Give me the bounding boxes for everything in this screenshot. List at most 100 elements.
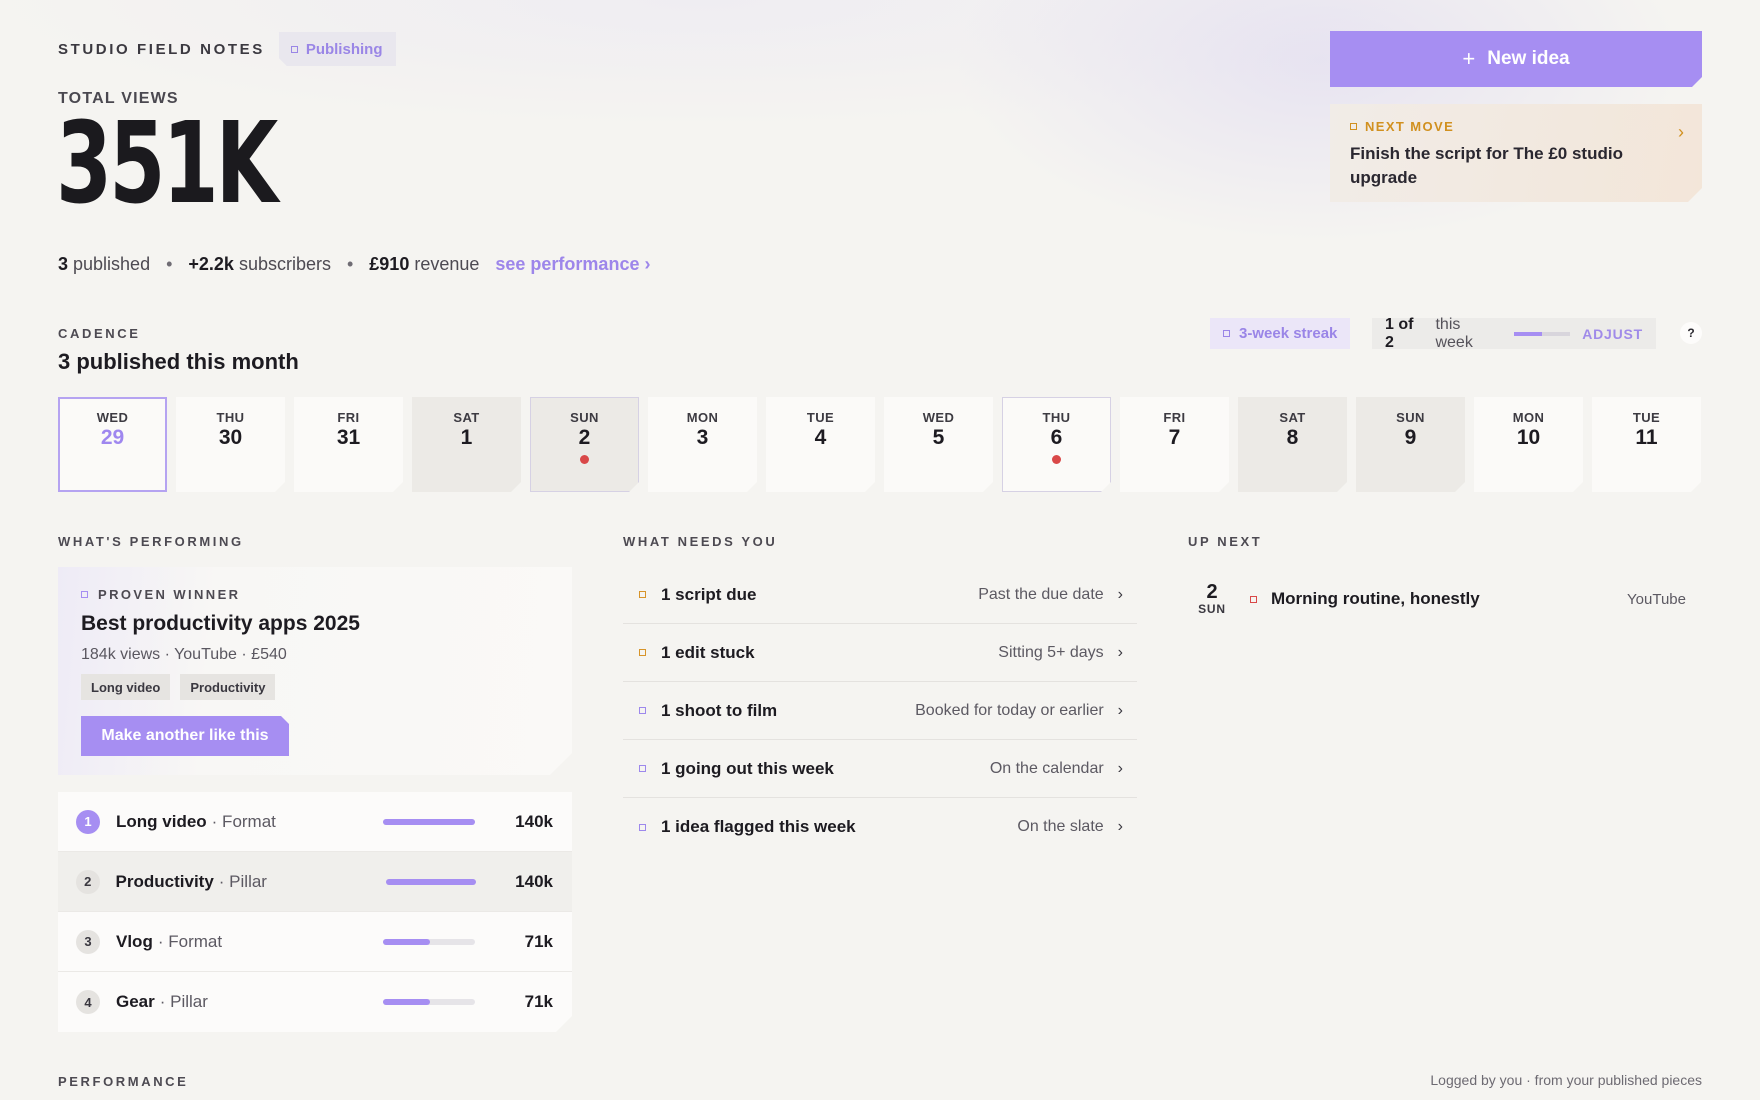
needs-hint: Booked for today or earlier [915, 701, 1104, 719]
rank-badge: 2 [76, 869, 100, 894]
calendar-day[interactable]: FRI 7 [1120, 397, 1229, 492]
rank-value: 140k [515, 811, 553, 831]
ranking-row[interactable]: 2 Productivity · Pillar 140k [58, 852, 572, 912]
calendar-day[interactable]: SUN 9 [1356, 397, 1465, 492]
needs-row[interactable]: 1 idea flagged this week On the slate › [623, 798, 1137, 856]
needs-row[interactable]: 1 script due Past the due date › [623, 566, 1137, 624]
day-name: SUN [570, 410, 599, 425]
published-dot-icon [1052, 455, 1061, 464]
calendar-day[interactable]: MON 3 [648, 397, 757, 492]
rank-badge: 3 [76, 929, 100, 954]
streak-label: 3-week streak [1239, 325, 1338, 342]
needs-row[interactable]: 1 going out this week On the calendar › [623, 740, 1137, 798]
calendar-day[interactable]: SAT 8 [1238, 397, 1347, 492]
rank-value: 71k [524, 931, 553, 951]
needs-label: 1 going out this week [661, 758, 834, 778]
separator: • [346, 254, 354, 274]
winner-meta: 184k views · YouTube · £540 [81, 646, 287, 663]
status-badge[interactable]: Publishing [279, 32, 397, 66]
day-name: FRI [1163, 410, 1186, 425]
subscribers-count: +2.2k [188, 254, 234, 274]
next-move-eyebrow-label: NEXT MOVE [1365, 119, 1455, 134]
day-name: MON [686, 410, 719, 425]
day-number: 2 [578, 426, 591, 449]
upnext-item[interactable]: 2 SUN Morning routine, honestly YouTube [1188, 577, 1702, 621]
calendar-day[interactable]: SAT 1 [412, 397, 521, 492]
revenue-value: £910 [369, 254, 410, 274]
separator: • [166, 254, 173, 274]
ranking-row[interactable]: 4 Gear · Pillar 71k [58, 972, 572, 1032]
chevron-right-icon: › [1678, 122, 1684, 142]
next-move-text: Finish the script for The £0 studio upgr… [1350, 144, 1623, 187]
calendar-strip: WED 29 THU 30 FRI 31 SAT 1 SUN 2 MON 3 TUE 4 WED 5 THU 6 F… [58, 397, 1701, 492]
rank-kind: · Format [211, 811, 276, 831]
day-number: 4 [814, 426, 827, 449]
rank-bar-fill [383, 938, 430, 945]
square-icon [291, 46, 298, 53]
ranking-row[interactable]: 3 Vlog · Format 71k [58, 912, 572, 972]
calendar-day[interactable]: FRI 31 [294, 397, 403, 492]
new-idea-button[interactable]: + New idea [1330, 31, 1702, 87]
brand-row: STUDIO FIELD NOTES Publishing [58, 32, 396, 66]
revenue-label: revenue [414, 254, 480, 274]
rank-value: 71k [524, 992, 553, 1011]
calendar-day[interactable]: SUN 2 [530, 397, 639, 492]
rank-kind: · Format [157, 931, 223, 951]
calendar-day[interactable]: THU 6 [1002, 397, 1111, 492]
needs-row[interactable]: 1 shoot to film Booked for today or earli… [623, 682, 1137, 740]
see-performance-link[interactable]: see performance › [495, 254, 650, 275]
needs-hint: Sitting 5+ days [998, 643, 1104, 661]
day-name: THU [1042, 410, 1071, 425]
published-label: published [73, 254, 151, 274]
streak-badge: 3-week streak [1210, 318, 1351, 349]
performance-note: Logged by you · from your published piec… [1430, 1072, 1702, 1088]
needs-hint: On the calendar [989, 759, 1104, 777]
calendar-day[interactable]: MON 10 [1474, 397, 1583, 492]
day-number: 8 [1286, 426, 1299, 449]
upnext-date: 2 SUN [1188, 582, 1236, 616]
new-idea-label: New idea [1487, 48, 1570, 69]
dashboard: STUDIO FIELD NOTES Publishing TOTAL VIEW… [56, 0, 1702, 1100]
calendar-day[interactable]: TUE 4 [766, 397, 875, 492]
rank-bar-fill [383, 999, 430, 1005]
calendar-day[interactable]: WED 5 [884, 397, 993, 492]
needs-label: 1 shoot to film [661, 700, 778, 720]
rank-bar [383, 818, 475, 825]
day-number: 31 [336, 426, 361, 449]
cadence-title: 3 published this month [58, 349, 299, 374]
day-name: SAT [1279, 410, 1306, 425]
upnext-label: UP NEXT [1188, 534, 1263, 549]
make-another-button[interactable]: Make another like this [81, 716, 289, 756]
published-count: 3 [58, 254, 69, 274]
day-number: 30 [218, 426, 243, 449]
upnext-day-name: SUN [1198, 602, 1226, 616]
calendar-day[interactable]: WED 29 [58, 397, 167, 492]
day-name: SUN [1396, 410, 1425, 425]
square-icon [639, 649, 646, 656]
calendar-day[interactable]: TUE 11 [1592, 397, 1701, 492]
day-number: 29 [100, 426, 125, 449]
day-number: 3 [696, 426, 709, 449]
day-name: MON [1512, 410, 1545, 425]
upnext-day-number: 2 [1206, 581, 1218, 603]
day-name: FRI [337, 410, 360, 425]
square-icon [639, 707, 646, 714]
next-move-eyebrow: NEXT MOVE [1350, 119, 1682, 134]
needs-list: 1 script due Past the due date › 1 edit stu… [623, 566, 1137, 856]
day-name: WED [96, 410, 129, 425]
square-icon [639, 591, 646, 598]
chevron-right-icon: › [1117, 643, 1123, 661]
adjust-goal-button[interactable]: ADJUST [1582, 326, 1643, 342]
chevron-right-icon: › [1117, 759, 1123, 777]
day-name: TUE [1632, 410, 1661, 425]
calendar-day[interactable]: THU 30 [176, 397, 285, 492]
needs-row[interactable]: 1 edit stuck Sitting 5+ days › [623, 624, 1137, 682]
winner-eyebrow: PROVEN WINNER [81, 587, 549, 602]
square-icon [639, 823, 646, 831]
day-number: 6 [1050, 426, 1063, 449]
help-button[interactable]: ? [1680, 322, 1702, 344]
next-move-card[interactable]: NEXT MOVE Finish the script for The £0 s… [1330, 104, 1702, 202]
needs-hint: Past the due date [978, 585, 1104, 603]
brand-title: STUDIO FIELD NOTES [58, 40, 265, 58]
ranking-row[interactable]: 1 Long video · Format 140k [58, 792, 572, 852]
